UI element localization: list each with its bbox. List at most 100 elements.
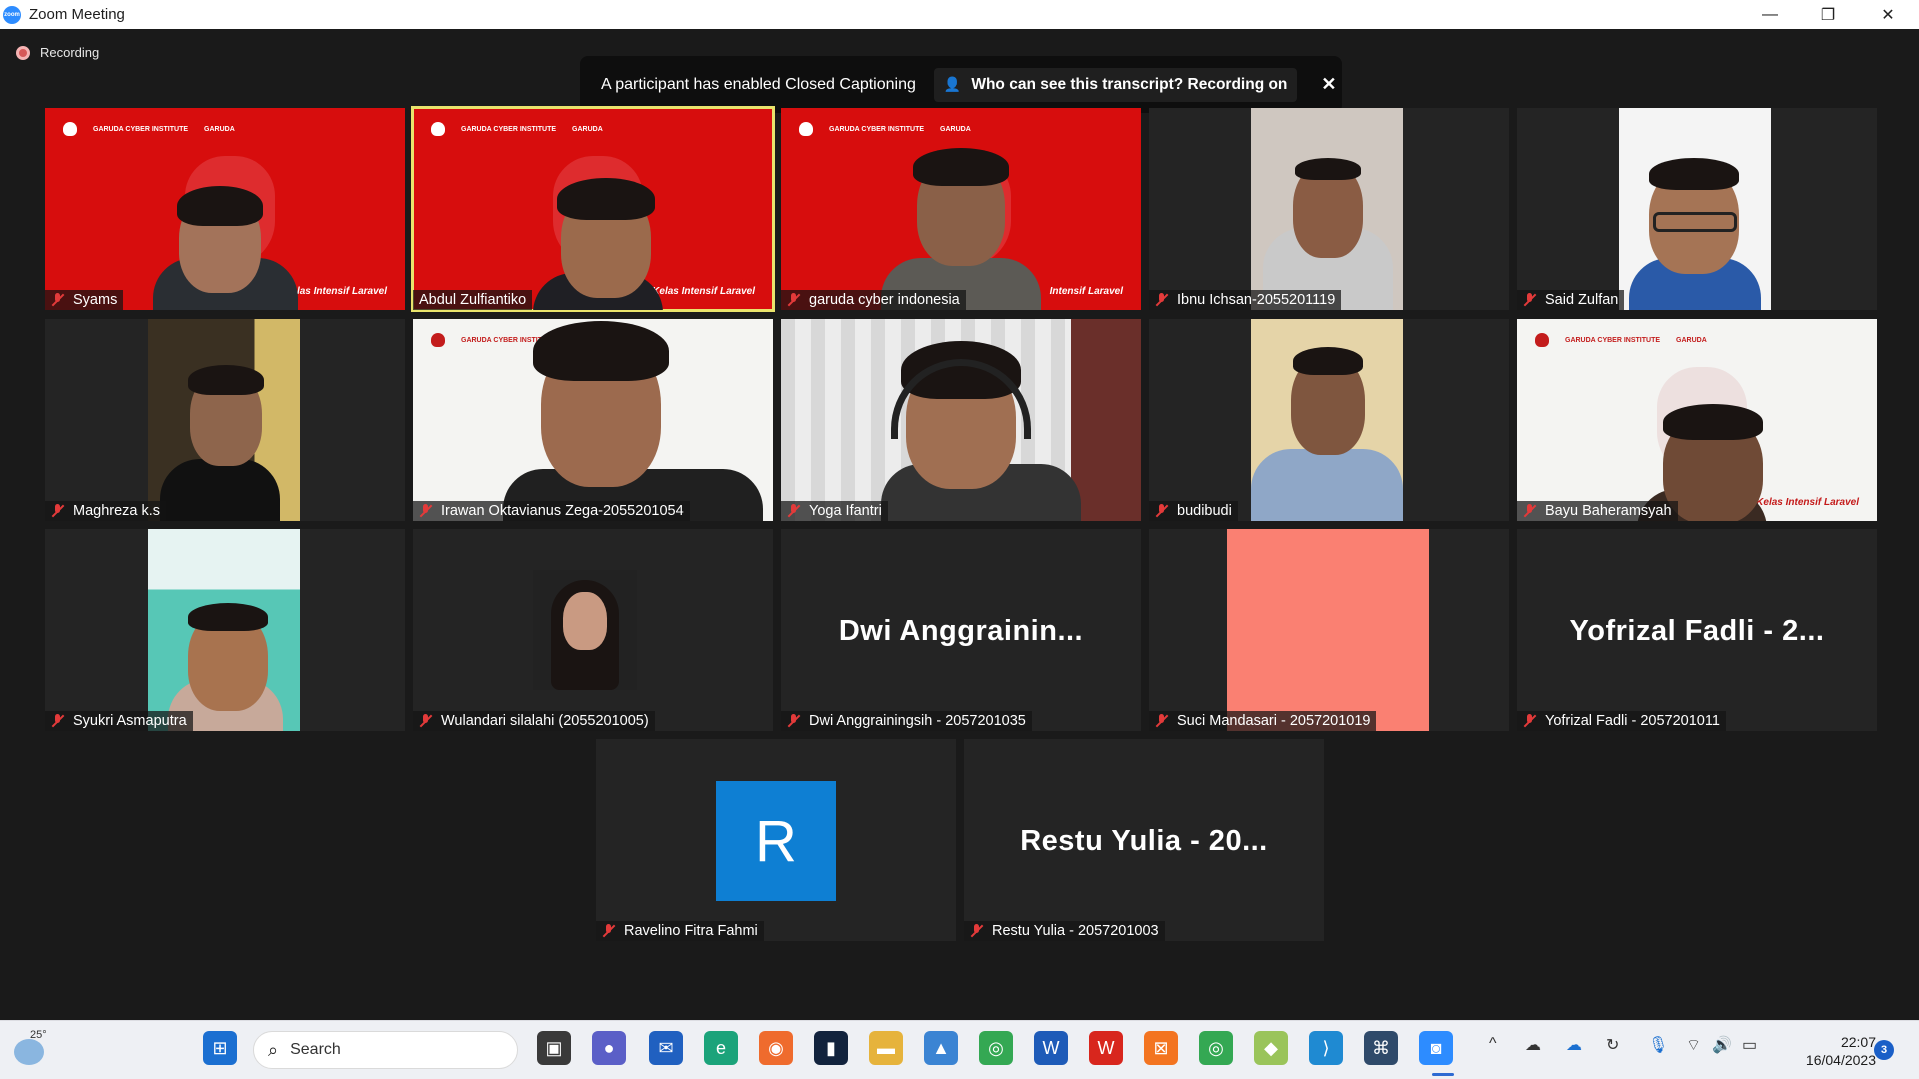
- participant-name-tag: Suci Mandasari - 2057201019: [1149, 711, 1377, 731]
- recording-label: Recording: [40, 45, 100, 60]
- participant-name: Said Zulfan: [1545, 292, 1619, 308]
- notification-badge[interactable]: 3: [1874, 1040, 1894, 1060]
- search-icon: ⌕: [268, 1039, 279, 1060]
- system-clock[interactable]: 22:07 16/04/2023: [1786, 1033, 1876, 1069]
- participant-name: Syams: [73, 292, 118, 308]
- task-view-icon[interactable]: ▣: [537, 1031, 571, 1065]
- sync-icon[interactable]: ↻: [1606, 1035, 1619, 1055]
- participant-tile-abdul-zulfiantiko[interactable]: GARUDA CYBER INSTITUTE GARUDA Kelas Inten…: [411, 106, 775, 312]
- participant-display-name: Dwi Anggrainin...: [838, 615, 1084, 647]
- course-title: Intensif Laravel: [1049, 286, 1123, 297]
- participant-tile-ravelino[interactable]: R Ravelino Fitra Fahmi: [596, 739, 956, 941]
- onedrive-icon[interactable]: ☁: [1566, 1035, 1582, 1055]
- brand-logos: GARUDA CYBER INSTITUTE GARUDA: [431, 122, 603, 136]
- battery-icon[interactable]: ▭: [1742, 1035, 1757, 1055]
- participant-name-tag: Syams: [45, 290, 124, 310]
- muted-mic-icon: [787, 504, 801, 518]
- participant-name-tag: Irawan Oktavianus Zega-2055201054: [413, 501, 690, 521]
- participant-tile-yofrizal[interactable]: Yofrizal Fadli - 2... Yofrizal Fadli - 2…: [1517, 529, 1877, 731]
- participant-name-tag: garuda cyber indonesia: [781, 290, 966, 310]
- xampp-icon[interactable]: ⊠: [1144, 1031, 1178, 1065]
- participant-display-name: Yofrizal Fadli - 2...: [1569, 615, 1825, 647]
- participant-tile-syukri[interactable]: Syukri Asmaputra: [45, 529, 405, 731]
- institute-text: GARUDA CYBER INSTITUTE: [461, 125, 557, 133]
- transcript-visibility-button[interactable]: 👤 Who can see this transcript? Recording…: [933, 67, 1298, 102]
- chrome-icon[interactable]: ◎: [979, 1031, 1013, 1065]
- ssh-icon[interactable]: ⌘: [1364, 1031, 1398, 1065]
- participant-name-tag: Said Zulfan: [1517, 290, 1625, 310]
- participant-tile-ibnu-ichsan[interactable]: Ibnu Ichsan-2055201119: [1149, 108, 1509, 310]
- participant-name: budibudi: [1177, 503, 1232, 519]
- participant-tile-irawan[interactable]: GARUDA CYBER INSTITUTE Irawan Oktavianus…: [413, 319, 773, 521]
- chevron-up-icon[interactable]: ^: [1489, 1035, 1497, 1053]
- muted-mic-icon: [1155, 714, 1169, 728]
- participant-name-tag: Yoga Ifantri: [781, 501, 888, 521]
- garuda-logo-icon: [799, 122, 813, 136]
- participant-tile-budibudi[interactable]: budibudi: [1149, 319, 1509, 521]
- people-icon: 👤: [943, 76, 962, 92]
- institute-text: GARUDA CYBER INSTITUTE: [829, 125, 925, 133]
- participant-name: Dwi Anggrainingsih - 2057201035: [809, 713, 1026, 729]
- muted-mic-icon: [51, 293, 65, 307]
- terminal-icon[interactable]: ▮: [814, 1031, 848, 1065]
- participant-name-tag: Maghreza k.s: [45, 501, 167, 521]
- participant-tile-yoga-ifantri[interactable]: Yoga Ifantri: [781, 319, 1141, 521]
- muted-mic-icon: [1155, 293, 1169, 307]
- garuda-logo-icon: [63, 122, 77, 136]
- participant-name-tag: Dwi Anggrainingsih - 2057201035: [781, 711, 1032, 731]
- chat-icon[interactable]: ●: [592, 1031, 626, 1065]
- microphone-icon[interactable]: 🎙: [1648, 1035, 1668, 1055]
- participant-tile-restu[interactable]: Restu Yulia - 20... Restu Yulia - 205720…: [964, 739, 1324, 941]
- wifi-icon[interactable]: ⌔: [1686, 1035, 1701, 1055]
- chrome-profile-icon[interactable]: ◎: [1199, 1031, 1233, 1065]
- participant-video: [1619, 108, 1771, 310]
- zoom-icon[interactable]: ◙: [1419, 1031, 1453, 1065]
- cloud-icon[interactable]: ☁: [1525, 1035, 1541, 1055]
- participant-tile-maghreza[interactable]: Maghreza k.s: [45, 319, 405, 521]
- clock-time: 22:07: [1840, 1034, 1876, 1050]
- restore-button[interactable]: ❐: [1799, 0, 1857, 29]
- participant-tile-syams[interactable]: GARUDA CYBER INSTITUTE GARUDA Kelas Inten…: [45, 108, 405, 310]
- wps-icon[interactable]: W: [1089, 1031, 1123, 1065]
- firefox-icon[interactable]: ◉: [759, 1031, 793, 1065]
- edge-icon[interactable]: e: [704, 1031, 738, 1065]
- volume-icon[interactable]: 🔊: [1712, 1035, 1732, 1055]
- participant-video: [148, 319, 300, 521]
- close-banner-button[interactable]: ✕: [1321, 74, 1336, 95]
- participant-tile-dwi[interactable]: Dwi Anggrainin... Dwi Anggrainingsih - 2…: [781, 529, 1141, 731]
- participant-video: [1251, 108, 1403, 310]
- mail-icon[interactable]: ✉: [649, 1031, 683, 1065]
- participant-tile-said-zulfan[interactable]: Said Zulfan: [1517, 108, 1877, 310]
- course-title: Kelas Intensif Laravel: [284, 286, 387, 297]
- participant-name: Bayu Baheramsyah: [1545, 503, 1672, 519]
- partner-text: GARUDA: [1676, 336, 1707, 344]
- minimize-button[interactable]: —: [1741, 0, 1799, 29]
- garuda-logo-icon: [431, 333, 445, 347]
- meeting-area: Recording A participant has enabled Clos…: [0, 29, 1919, 1020]
- window-title: Zoom Meeting: [29, 6, 125, 23]
- participant-tile-bayu[interactable]: GARUDA CYBER INSTITUTE GARUDA Kelas Inten…: [1517, 319, 1877, 521]
- file-explorer-icon[interactable]: ▬: [869, 1031, 903, 1065]
- recording-indicator[interactable]: Recording: [16, 45, 99, 60]
- muted-mic-icon: [419, 504, 433, 518]
- taskbar-search[interactable]: ⌕ Search: [253, 1031, 518, 1069]
- muted-mic-icon: [787, 714, 801, 728]
- course-title: Kelas Intensif Laravel: [652, 286, 755, 297]
- caption-message: A participant has enabled Closed Caption…: [601, 75, 916, 93]
- partner-text: GARUDA: [940, 125, 971, 133]
- close-window-button[interactable]: ✕: [1859, 0, 1917, 29]
- participant-tile-wulandari[interactable]: Wulandari silalahi (2055201005): [413, 529, 773, 731]
- partner-text: GARUDA: [204, 125, 235, 133]
- start-icon[interactable]: ⊞: [203, 1031, 237, 1065]
- participant-tile-suci[interactable]: Suci Mandasari - 2057201019: [1149, 529, 1509, 731]
- word-icon[interactable]: W: [1034, 1031, 1068, 1065]
- sourcetree-icon[interactable]: ◆: [1254, 1031, 1288, 1065]
- participant-display-name: Restu Yulia - 20...: [1020, 825, 1268, 857]
- muted-mic-icon: [1523, 714, 1537, 728]
- participant-tile-garuda-cyber-indonesia[interactable]: GARUDA CYBER INSTITUTE GARUDA Intensif La…: [781, 108, 1141, 310]
- muted-mic-icon: [787, 293, 801, 307]
- muted-mic-icon: [1523, 504, 1537, 518]
- vscode-icon[interactable]: ⟩: [1309, 1031, 1343, 1065]
- windows-taskbar: 25° ⊞ ⌕ Search ▣ ● ✉ e ◉ ▮ ▬ ▲ ◎ W W ⊠ ◎…: [0, 1020, 1919, 1079]
- photos-icon[interactable]: ▲: [924, 1031, 958, 1065]
